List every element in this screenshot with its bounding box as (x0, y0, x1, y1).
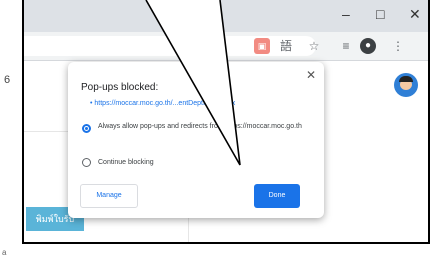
profile-icon[interactable]: ● (360, 38, 376, 54)
menu-icon[interactable]: ⋮ (390, 38, 406, 54)
dialog-title: Pop-ups blocked: (81, 82, 159, 93)
user-avatar[interactable] (394, 73, 418, 97)
allow-popups-radio[interactable] (82, 124, 91, 133)
minimize-button[interactable]: – (342, 6, 350, 22)
toolbar: ▣ 語 ☆ ≡ ● ⋮ (24, 32, 428, 61)
bookmark-star-icon[interactable]: ☆ (306, 38, 322, 54)
address-bar[interactable] (24, 36, 316, 56)
maximize-button[interactable]: □ (376, 6, 384, 22)
translate-icon[interactable]: 語 (278, 38, 294, 54)
popup-blocked-icon[interactable]: ▣ (254, 38, 270, 54)
reading-list-icon[interactable]: ≡ (338, 38, 354, 54)
popups-blocked-dialog: ✕ Pop-ups blocked: • https://moccar.moc.… (68, 62, 324, 218)
manage-button[interactable]: Manage (80, 184, 138, 208)
left-margin-number: 6 (4, 74, 11, 86)
continue-blocking-radio[interactable] (82, 158, 91, 167)
allow-popups-label: Always allow pop-ups and redirects from … (98, 123, 302, 130)
continue-blocking-label: Continue blocking (98, 159, 154, 166)
close-icon[interactable]: ✕ (306, 68, 316, 82)
left-margin-mark: a (2, 248, 7, 257)
title-bar: – □ ✕ (24, 0, 428, 32)
done-button[interactable]: Done (254, 184, 300, 208)
blocked-popup-link[interactable]: • https://moccar.moc.go.th/...entDeptInp… (90, 100, 235, 107)
close-window-button[interactable]: ✕ (409, 6, 421, 23)
